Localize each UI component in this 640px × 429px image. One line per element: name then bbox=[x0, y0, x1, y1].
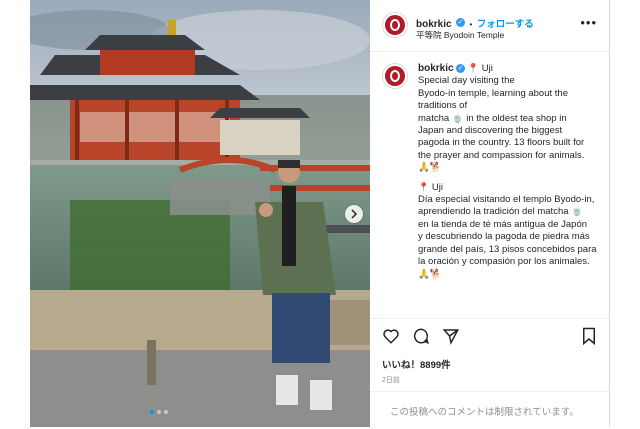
separator-dot: • bbox=[469, 20, 473, 29]
carousel-dots bbox=[150, 410, 168, 414]
temple-photo-illustration bbox=[30, 0, 370, 427]
caption: bokrkic ✓ 📍 Uji Special day visiting the… bbox=[382, 62, 604, 318]
caption-text-es: Día especial visitando el templo Byodo-i… bbox=[418, 194, 597, 280]
comment-area: この投稿へのコメントは制限されています。 bbox=[370, 391, 609, 429]
caption-username[interactable]: bokrkic bbox=[418, 63, 454, 74]
comments-disabled-note: この投稿へのコメントは制限されています。 bbox=[390, 407, 579, 418]
caption-avatar[interactable] bbox=[382, 63, 408, 89]
carousel-dot-active bbox=[150, 410, 154, 414]
likes-count[interactable]: いいね！8899件 bbox=[382, 357, 451, 371]
post-header: bokrkic ✓ • フォローする 平等院 Byodoin Temple ••… bbox=[370, 0, 609, 52]
share-icon[interactable] bbox=[442, 327, 460, 345]
bookmark-icon[interactable] bbox=[581, 327, 597, 345]
caption-location: Uji bbox=[481, 63, 493, 74]
avatar-image bbox=[385, 15, 405, 35]
next-arrow-icon bbox=[351, 209, 358, 219]
pin-icon: 📍 bbox=[467, 63, 480, 73]
heart-icon[interactable] bbox=[382, 327, 400, 345]
pin-icon: 📍 bbox=[418, 181, 430, 192]
carousel-dot bbox=[157, 410, 161, 414]
carousel-dot bbox=[164, 410, 168, 414]
caption-text-en: Special day visiting the Byodo-in temple… bbox=[418, 75, 585, 174]
avatar[interactable] bbox=[382, 12, 408, 38]
post-timestamp[interactable]: 2日前 bbox=[382, 375, 400, 385]
post-footer: いいね！8899件 2日前 この投稿へのコメントは制限されています。 bbox=[370, 318, 609, 428]
post-photo[interactable] bbox=[30, 0, 370, 427]
caption-row: bokrkic ✓ 📍 Uji Special day visiting the… bbox=[382, 62, 604, 175]
verified-badge-icon: ✓ bbox=[456, 18, 466, 28]
location-link[interactable]: 平等院 Byodoin Temple bbox=[416, 29, 504, 41]
post-side-panel: bokrkic ✓ • フォローする 平等院 Byodoin Temple ••… bbox=[370, 0, 609, 427]
caption-es-title: Uji bbox=[431, 181, 443, 193]
next-photo-button[interactable] bbox=[345, 205, 363, 223]
avatar-image bbox=[385, 66, 405, 86]
action-bar bbox=[382, 327, 460, 345]
more-options-icon[interactable]: ••• bbox=[580, 15, 597, 30]
verified-badge-icon: ✓ bbox=[456, 63, 466, 73]
caption-text-es-block: 📍 Uji Día especial visitando el templo B… bbox=[382, 181, 604, 281]
comment-icon[interactable] bbox=[412, 327, 430, 345]
